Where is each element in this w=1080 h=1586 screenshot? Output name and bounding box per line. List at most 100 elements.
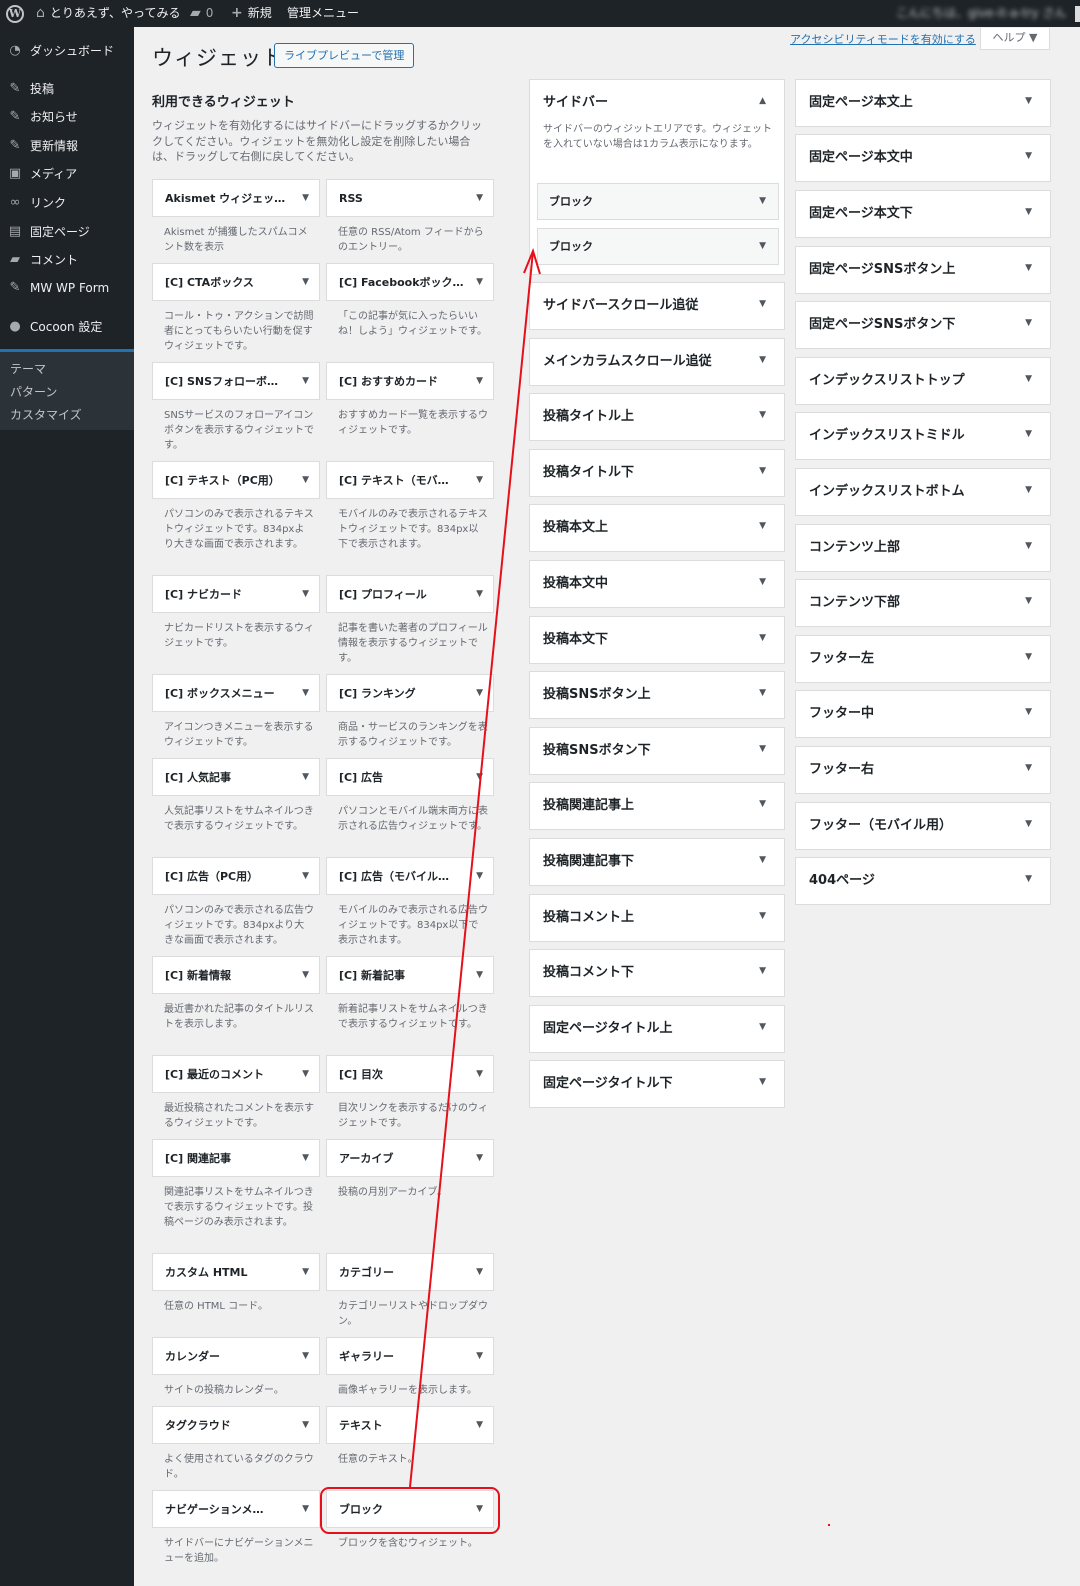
widget-area[interactable]: フッター左 ▼ (795, 635, 1051, 683)
widget-recommended-cards[interactable]: [C] おすすめカード ▼ (326, 362, 494, 400)
widget-box-menu[interactable]: [C] ボックスメニュー ▼ (152, 674, 320, 712)
caret-down-icon[interactable]: ▼ (1025, 247, 1032, 289)
widget-toc[interactable]: [C] 目次 ▼ (326, 1055, 494, 1093)
caret-down-icon[interactable]: ▼ (1025, 302, 1032, 344)
caret-down-icon[interactable]: ▼ (302, 180, 309, 217)
caret-down-icon[interactable]: ▼ (759, 283, 766, 325)
caret-down-icon[interactable]: ▼ (759, 1061, 766, 1103)
widget-ad[interactable]: [C] 広告 ▼ (326, 758, 494, 796)
caret-down-icon[interactable]: ▼ (302, 1491, 309, 1528)
widget-area[interactable]: 投稿SNSボタン下 ▼ (529, 727, 785, 775)
caret-down-icon[interactable]: ▼ (302, 1254, 309, 1291)
comments-link[interactable]: ▰ 0 (190, 0, 213, 27)
caret-down-icon[interactable]: ▼ (759, 394, 766, 436)
caret-down-icon[interactable]: ▼ (476, 1338, 483, 1375)
widget-gallery[interactable]: ギャラリー ▼ (326, 1337, 494, 1375)
caret-down-icon[interactable]: ▼ (1025, 135, 1032, 177)
caret-down-icon[interactable]: ▼ (302, 759, 309, 796)
accessibility-mode-link[interactable]: アクセシビリティモードを有効にする (790, 31, 976, 47)
menu-item-dashboard[interactable]: ◔ ダッシュボード (0, 42, 134, 59)
caret-down-icon[interactable]: ▼ (476, 180, 483, 217)
caret-down-icon[interactable]: ▼ (476, 363, 483, 400)
widget-area[interactable]: 固定ページタイトル上 ▼ (529, 1005, 785, 1053)
submenu-item-customize[interactable]: カスタマイズ (10, 406, 82, 423)
widget-area[interactable]: 投稿コメント下 ▼ (529, 949, 785, 997)
widget-area[interactable]: 固定ページ本文上 ▼ (795, 79, 1051, 127)
caret-up-icon[interactable]: ▲ (759, 80, 766, 122)
caret-down-icon[interactable]: ▼ (1025, 358, 1032, 400)
caret-down-icon[interactable]: ▼ (476, 858, 483, 895)
new-content-link[interactable]: + 新規 (231, 0, 272, 27)
widget-area[interactable]: 固定ページタイトル下 ▼ (529, 1060, 785, 1108)
caret-down-icon[interactable]: ▼ (302, 957, 309, 994)
caret-down-icon[interactable]: ▼ (302, 576, 309, 613)
widget-area[interactable]: サイドバースクロール追従 ▼ (529, 282, 785, 330)
caret-down-icon[interactable]: ▼ (1025, 858, 1032, 900)
site-name-link[interactable]: ⌂ とりあえず、やってみる (36, 0, 180, 27)
widget-new-posts[interactable]: [C] 新着記事 ▼ (326, 956, 494, 994)
help-tab-button[interactable]: ヘルプ ▼ (980, 28, 1050, 50)
caret-down-icon[interactable]: ▼ (759, 229, 766, 264)
admin-menu-link[interactable]: 管理メニュー (287, 0, 359, 27)
widget-area[interactable]: フッター（モバイル用） ▼ (795, 802, 1051, 850)
submenu-item-themes[interactable]: テーマ (10, 360, 46, 377)
widget-cta-box[interactable]: [C] CTAボックス ▼ (152, 263, 320, 301)
widget-sns-follow[interactable]: [C] SNSフォローボ… ▼ (152, 362, 320, 400)
caret-down-icon[interactable]: ▼ (476, 576, 483, 613)
caret-down-icon[interactable]: ▼ (1025, 747, 1032, 789)
widget-area[interactable]: メインカラムスクロール追従 ▼ (529, 338, 785, 386)
live-preview-button[interactable]: ライブプレビューで管理 (274, 43, 415, 68)
widget-area[interactable]: 投稿本文中 ▼ (529, 560, 785, 608)
widget-facebook-box[interactable]: [C] Facebookボック… ▼ (326, 263, 494, 301)
widget-area[interactable]: 投稿関連記事下 ▼ (529, 838, 785, 886)
caret-down-icon[interactable]: ▼ (476, 1056, 483, 1093)
caret-down-icon[interactable]: ▼ (476, 759, 483, 796)
widget-block[interactable]: ブロック ▼ (326, 1490, 494, 1528)
caret-down-icon[interactable]: ▼ (476, 1407, 483, 1444)
widget-navi-card[interactable]: [C] ナビカード ▼ (152, 575, 320, 613)
widget-area[interactable]: 固定ページ本文下 ▼ (795, 190, 1051, 238)
caret-down-icon[interactable]: ▼ (476, 675, 483, 712)
caret-down-icon[interactable]: ▼ (476, 1254, 483, 1291)
caret-down-icon[interactable]: ▼ (759, 783, 766, 825)
menu-item-pages[interactable]: ▤ 固定ページ (0, 223, 134, 240)
caret-down-icon[interactable]: ▼ (759, 450, 766, 492)
widget-ad-pc[interactable]: [C] 広告（PC用） ▼ (152, 857, 320, 895)
widget-area[interactable]: 投稿タイトル上 ▼ (529, 393, 785, 441)
caret-down-icon[interactable]: ▼ (759, 895, 766, 937)
widget-area[interactable]: 固定ページSNSボタン上 ▼ (795, 246, 1051, 294)
widget-custom-html[interactable]: カスタム HTML ▼ (152, 1253, 320, 1291)
caret-down-icon[interactable]: ▼ (759, 672, 766, 714)
widget-profile[interactable]: [C] プロフィール ▼ (326, 575, 494, 613)
caret-down-icon[interactable]: ▼ (759, 728, 766, 770)
caret-down-icon[interactable]: ▼ (759, 617, 766, 659)
widget-popular-posts[interactable]: [C] 人気記事 ▼ (152, 758, 320, 796)
widget-categories[interactable]: カテゴリー ▼ (326, 1253, 494, 1291)
caret-down-icon[interactable]: ▼ (302, 675, 309, 712)
widget-calendar[interactable]: カレンダー ▼ (152, 1337, 320, 1375)
widget-text-pc[interactable]: [C] テキスト（PC用） ▼ (152, 461, 320, 499)
widget-akismet[interactable]: Akismet ウィジェッ… ▼ (152, 179, 320, 217)
caret-down-icon[interactable]: ▼ (302, 462, 309, 499)
caret-down-icon[interactable]: ▼ (1025, 469, 1032, 511)
menu-item-mw-wp-form[interactable]: ✎ MW WP Form (0, 280, 134, 295)
menu-item-updates[interactable]: ✎ 更新情報 (0, 137, 134, 154)
menu-item-cocoon-settings[interactable]: ● Cocoon 設定 (0, 318, 134, 335)
widget-area[interactable]: 404ページ ▼ (795, 857, 1051, 905)
caret-down-icon[interactable]: ▼ (759, 1006, 766, 1048)
caret-down-icon[interactable]: ▼ (1025, 191, 1032, 233)
widget-area[interactable]: 投稿関連記事上 ▼ (529, 782, 785, 830)
menu-item-links[interactable]: ∞ リンク (0, 194, 134, 211)
widget-area[interactable]: 投稿SNSボタン上 ▼ (529, 671, 785, 719)
caret-down-icon[interactable]: ▼ (759, 950, 766, 992)
caret-down-icon[interactable]: ▼ (1025, 413, 1032, 455)
widget-ranking[interactable]: [C] ランキング ▼ (326, 674, 494, 712)
submenu-item-patterns[interactable]: パターン (10, 383, 57, 400)
caret-down-icon[interactable]: ▼ (476, 264, 483, 301)
caret-down-icon[interactable]: ▼ (759, 561, 766, 603)
caret-down-icon[interactable]: ▼ (1025, 525, 1032, 567)
widget-navigation-menu[interactable]: ナビゲーションメ… ▼ (152, 1490, 320, 1528)
caret-down-icon[interactable]: ▼ (302, 264, 309, 301)
widget-area[interactable]: 投稿タイトル下 ▼ (529, 449, 785, 497)
caret-down-icon[interactable]: ▼ (302, 1338, 309, 1375)
